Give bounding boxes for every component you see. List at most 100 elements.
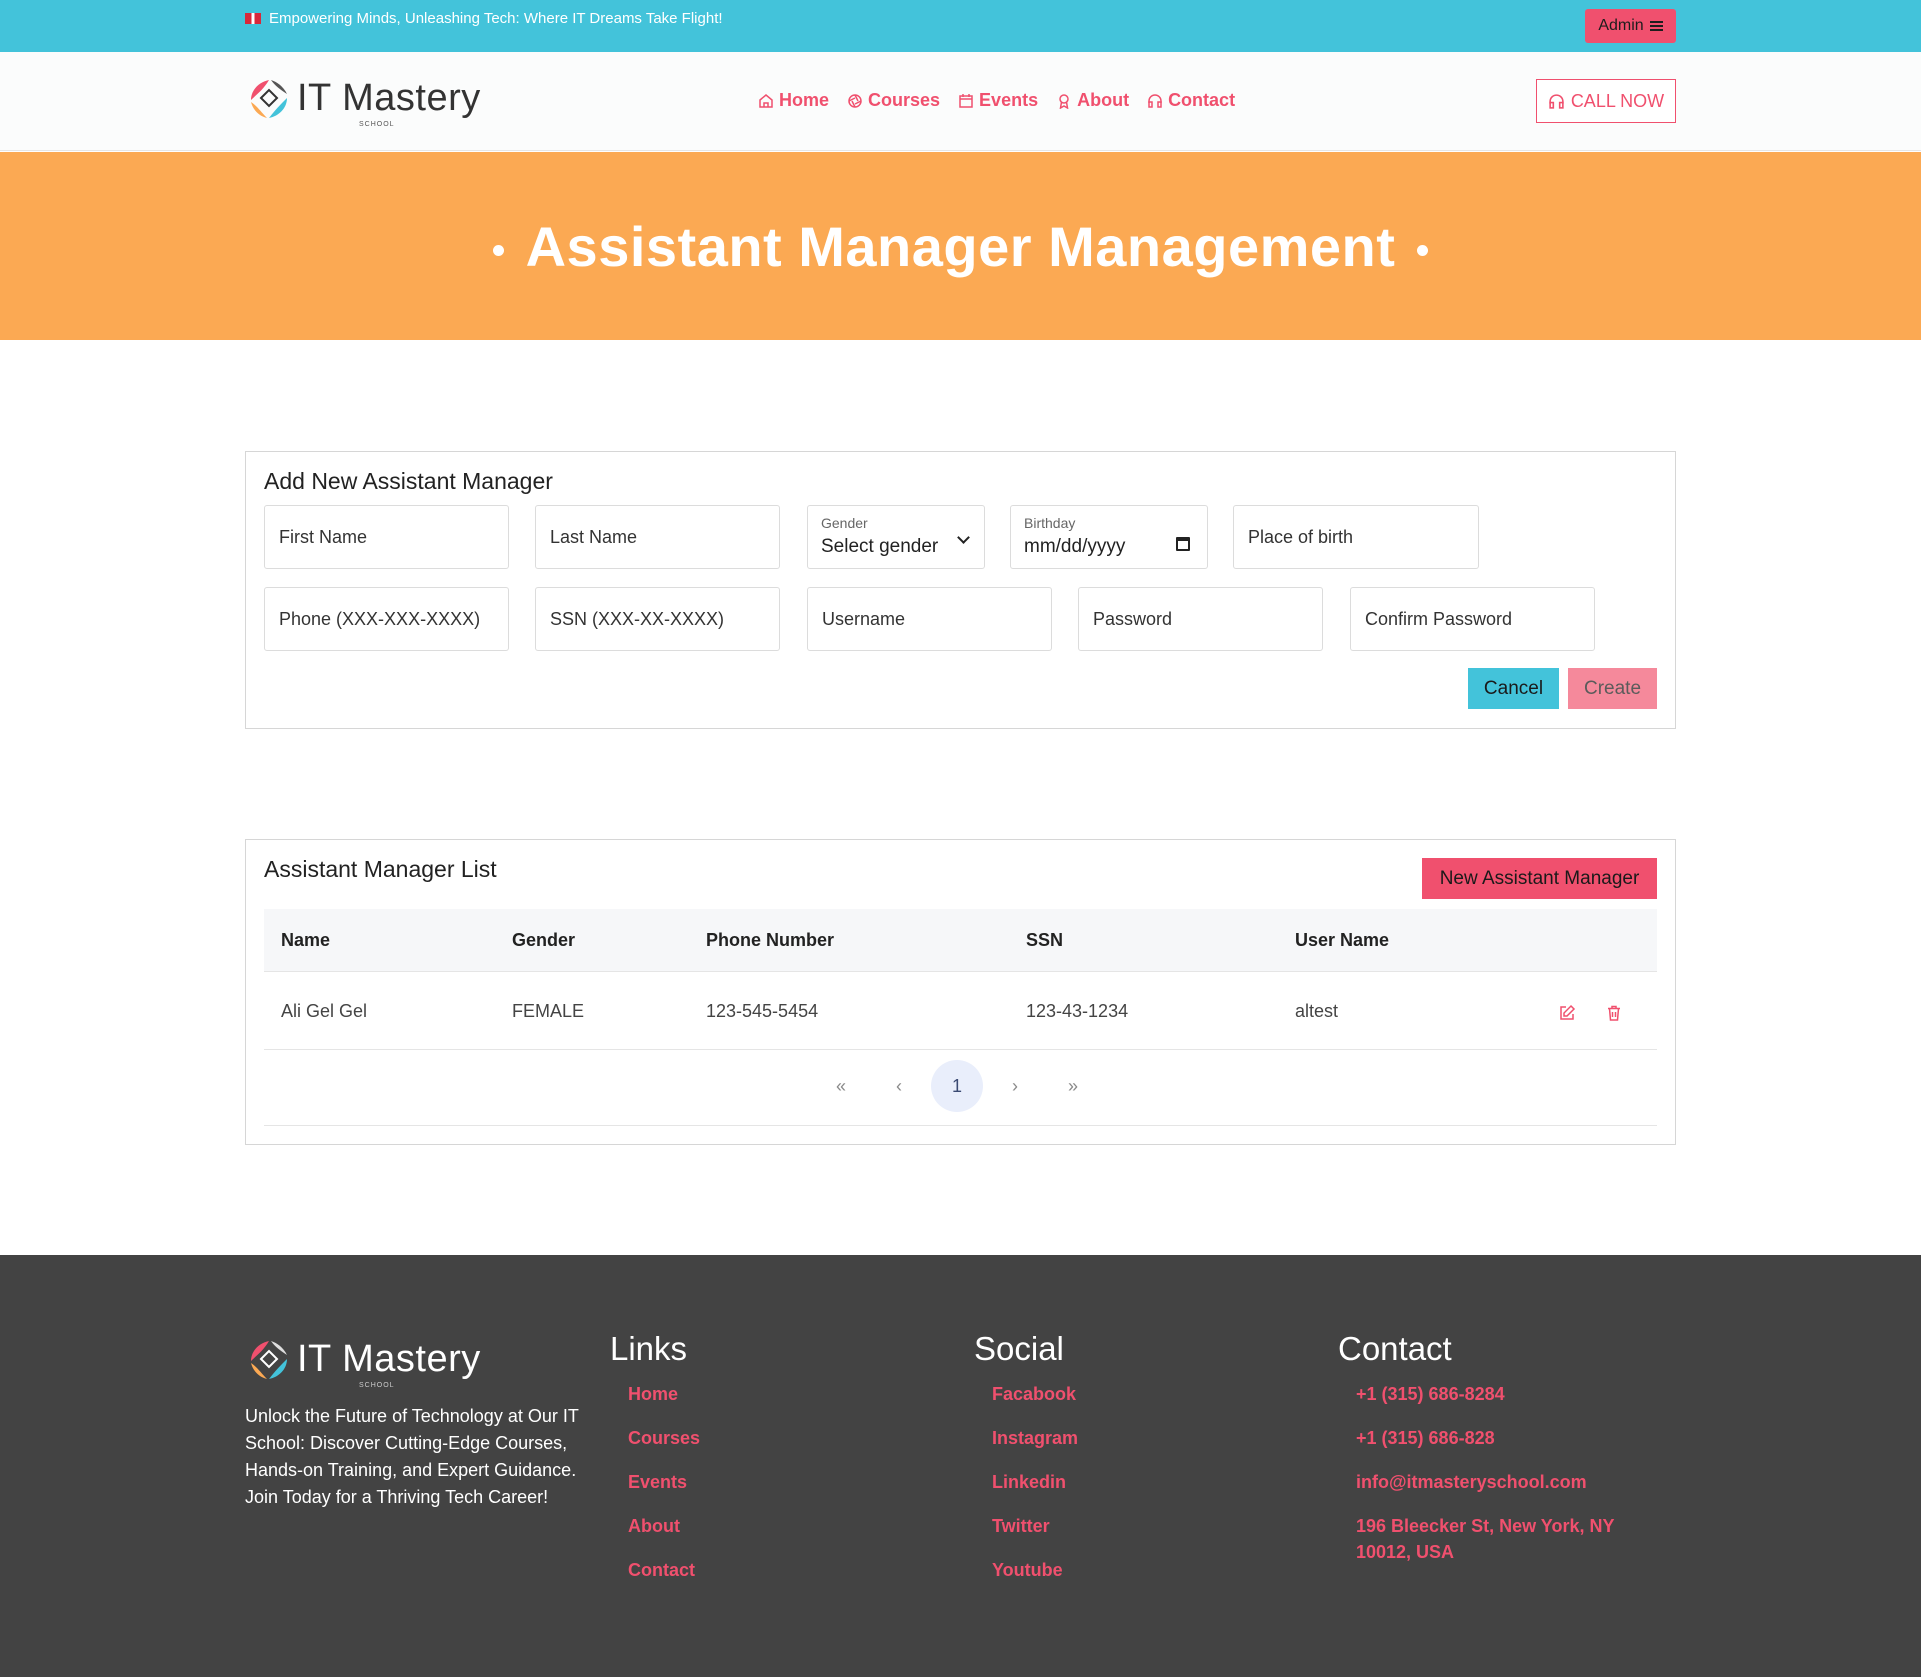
password-input[interactable]: [1079, 588, 1322, 650]
last-name-field[interactable]: [535, 505, 780, 569]
footer-about-text: Unlock the Future of Technology at Our I…: [245, 1406, 579, 1507]
column-header[interactable]: User Name: [1295, 930, 1389, 951]
menu-icon: [1649, 21, 1663, 31]
create-button[interactable]: Create: [1568, 668, 1657, 709]
chevron-down-icon: [957, 531, 970, 544]
calendar-icon: [959, 93, 973, 108]
table-row: Ali Gel Gel FEMALE 123-545-5454 123-43-1…: [264, 972, 1657, 1050]
footer-contact-column: Contact +1 (315) 686-8284 +1 (315) 686-8…: [1338, 1330, 1646, 1565]
footer-link-home[interactable]: Home: [628, 1372, 700, 1416]
tagline-text: Empowering Minds, Unleashing Tech: Where…: [269, 10, 723, 27]
table-header: Name Gender Phone Number SSN User Name: [264, 909, 1657, 972]
last-page-button[interactable]: »: [1047, 1060, 1099, 1112]
confirm-password-input[interactable]: [1351, 588, 1594, 650]
logo-text: IT Mastery SCHOOL: [297, 76, 481, 128]
page-title-wrapper: Assistant Manager Management: [471, 214, 1451, 279]
password-field[interactable]: [1078, 587, 1323, 651]
cancel-button[interactable]: Cancel: [1468, 668, 1559, 709]
column-header[interactable]: Name: [281, 930, 330, 951]
calendar-icon[interactable]: [1176, 537, 1190, 551]
new-assistant-manager-button[interactable]: New Assistant Manager: [1422, 858, 1657, 899]
footer-logo[interactable]: IT Mastery SCHOOL: [245, 1335, 481, 1389]
next-page-button[interactable]: ›: [989, 1060, 1041, 1112]
brand-name: IT Mastery: [297, 76, 481, 119]
confirm-password-field[interactable]: [1350, 587, 1595, 651]
contact-email[interactable]: info@itmasteryschool.com: [1356, 1460, 1646, 1504]
bullet-dot: [1417, 245, 1429, 257]
headset-icon: [1148, 93, 1162, 108]
phone-field[interactable]: [264, 587, 509, 651]
column-header[interactable]: SSN: [1026, 930, 1063, 951]
cell-phone: 123-545-5454: [706, 1001, 819, 1021]
social-link-linkedin[interactable]: Linkedin: [992, 1460, 1078, 1504]
site-logo[interactable]: IT Mastery SCHOOL: [245, 74, 481, 128]
cell-gender: FEMALE: [512, 1001, 585, 1021]
phone-input[interactable]: [265, 588, 508, 650]
footer-link-courses[interactable]: Courses: [628, 1416, 700, 1460]
page-button-current[interactable]: 1: [931, 1060, 983, 1112]
form-title: Add New Assistant Manager: [264, 468, 553, 494]
nav-events[interactable]: Events: [958, 90, 1038, 111]
column-header[interactable]: Phone Number: [706, 930, 834, 951]
contact-address[interactable]: 196 Bleecker St, New York, NY 10012, USA: [1356, 1504, 1646, 1565]
birthday-value: mm/dd/yyyy: [1024, 536, 1126, 557]
gender-value: Select gender: [821, 536, 939, 557]
last-name-input[interactable]: [536, 506, 779, 568]
nav-about[interactable]: About: [1056, 90, 1129, 111]
ssn-input[interactable]: [536, 588, 779, 650]
call-now-label: CALL NOW: [1570, 90, 1665, 111]
bullet-dot: [492, 245, 504, 257]
prev-page-button[interactable]: ‹: [873, 1060, 925, 1112]
call-now-button[interactable]: CALL NOW: [1536, 79, 1676, 123]
nav-contact-label: Contact: [1168, 90, 1236, 110]
footer-link-about[interactable]: About: [628, 1504, 700, 1548]
contact-phone-2[interactable]: +1 (315) 686-828: [1356, 1416, 1646, 1460]
place-of-birth-field[interactable]: [1233, 505, 1479, 569]
gender-select[interactable]: Gender Select gender: [807, 505, 985, 569]
place-of-birth-input[interactable]: [1234, 506, 1478, 568]
admin-label: Admin: [1598, 17, 1644, 34]
username-field[interactable]: [807, 587, 1052, 651]
site-footer: IT Mastery SCHOOL Unlock the Future of T…: [0, 1255, 1921, 1677]
social-link-twitter[interactable]: Twitter: [992, 1504, 1078, 1548]
nav-home-label: Home: [779, 90, 830, 110]
column-header[interactable]: Gender: [512, 930, 575, 951]
brand-sub: SCHOOL: [359, 120, 395, 128]
nav-courses[interactable]: Courses: [847, 90, 940, 111]
page-title: Assistant Manager Management: [525, 214, 1396, 278]
contact-phone-1[interactable]: +1 (315) 686-8284: [1356, 1372, 1646, 1416]
footer-link-events[interactable]: Events: [628, 1460, 700, 1504]
assistant-manager-list-card: Assistant Manager List New Assistant Man…: [245, 839, 1676, 1145]
footer-link-contact[interactable]: Contact: [628, 1548, 700, 1592]
birthday-label: Birthday: [1024, 515, 1076, 531]
birthday-field[interactable]: Birthday mm/dd/yyyy: [1010, 505, 1208, 569]
social-link-instagram[interactable]: Instagram: [992, 1416, 1078, 1460]
footer-contact-title: Contact: [1338, 1330, 1452, 1367]
nav-contact[interactable]: Contact: [1147, 90, 1235, 111]
admin-menu-button[interactable]: Admin: [1585, 9, 1676, 43]
nav-courses-label: Courses: [868, 90, 941, 110]
first-page-button[interactable]: «: [815, 1060, 867, 1112]
top-bar: Empowering Minds, Unleashing Tech: Where…: [0, 0, 1921, 52]
ssn-field[interactable]: [535, 587, 780, 651]
footer-social-column: Social Facabook Instagram Linkedin Twitt…: [974, 1330, 1078, 1592]
social-link-facebook[interactable]: Facabook: [992, 1372, 1078, 1416]
first-name-input[interactable]: [265, 506, 508, 568]
pagination: « ‹ 1 › »: [264, 1050, 1657, 1126]
brand-sub: SCHOOL: [359, 1381, 395, 1389]
nav-events-label: Events: [979, 90, 1039, 110]
nav-home[interactable]: Home: [758, 90, 829, 111]
home-icon: [759, 93, 773, 108]
brand-name: IT Mastery: [297, 1337, 481, 1380]
logo-icon: [251, 1341, 287, 1379]
social-link-youtube[interactable]: Youtube: [992, 1548, 1078, 1592]
edit-icon[interactable]: [1558, 1004, 1576, 1022]
main-nav: Home Courses Events About Contact: [758, 90, 1235, 111]
aperture-icon: [848, 93, 862, 108]
award-icon: [1059, 93, 1069, 109]
cell-username: altest: [1295, 1001, 1339, 1021]
nav-about-label: About: [1077, 90, 1130, 110]
username-input[interactable]: [808, 588, 1051, 650]
trash-icon[interactable]: [1605, 1004, 1623, 1022]
first-name-field[interactable]: [264, 505, 509, 569]
